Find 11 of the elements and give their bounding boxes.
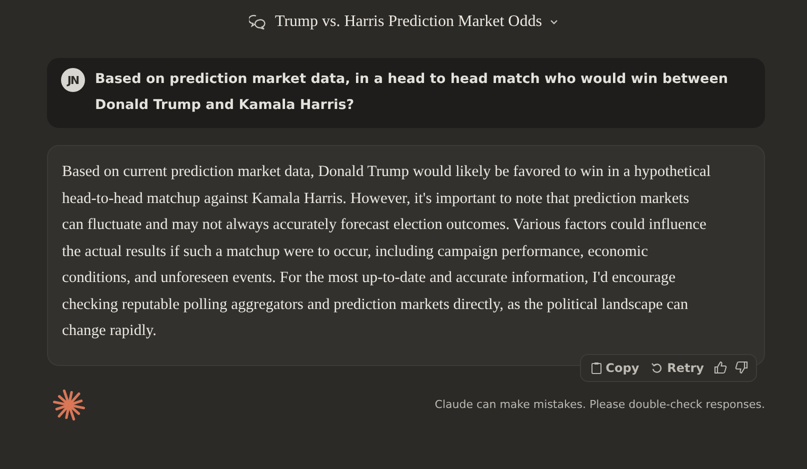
clipboard-icon [590,362,602,374]
chevron-down-icon[interactable] [550,19,558,25]
thumbs-down-icon[interactable] [735,361,748,374]
thumbs-up-icon[interactable] [714,361,727,374]
user-avatar: JN [61,68,85,92]
chat-bubbles-icon [249,14,268,30]
user-message-text: Based on prediction market data, in a head to head match who would win between Donald Trump and Kamala Harris? [95,70,729,115]
retry-icon [651,362,664,374]
starburst-logo-icon [52,388,86,422]
disclaimer-text: Claude can make mistakes. Please double-check responses. [434,398,765,411]
conversation-title[interactable]: Trump vs. Harris Prediction Market Odds [275,13,542,31]
